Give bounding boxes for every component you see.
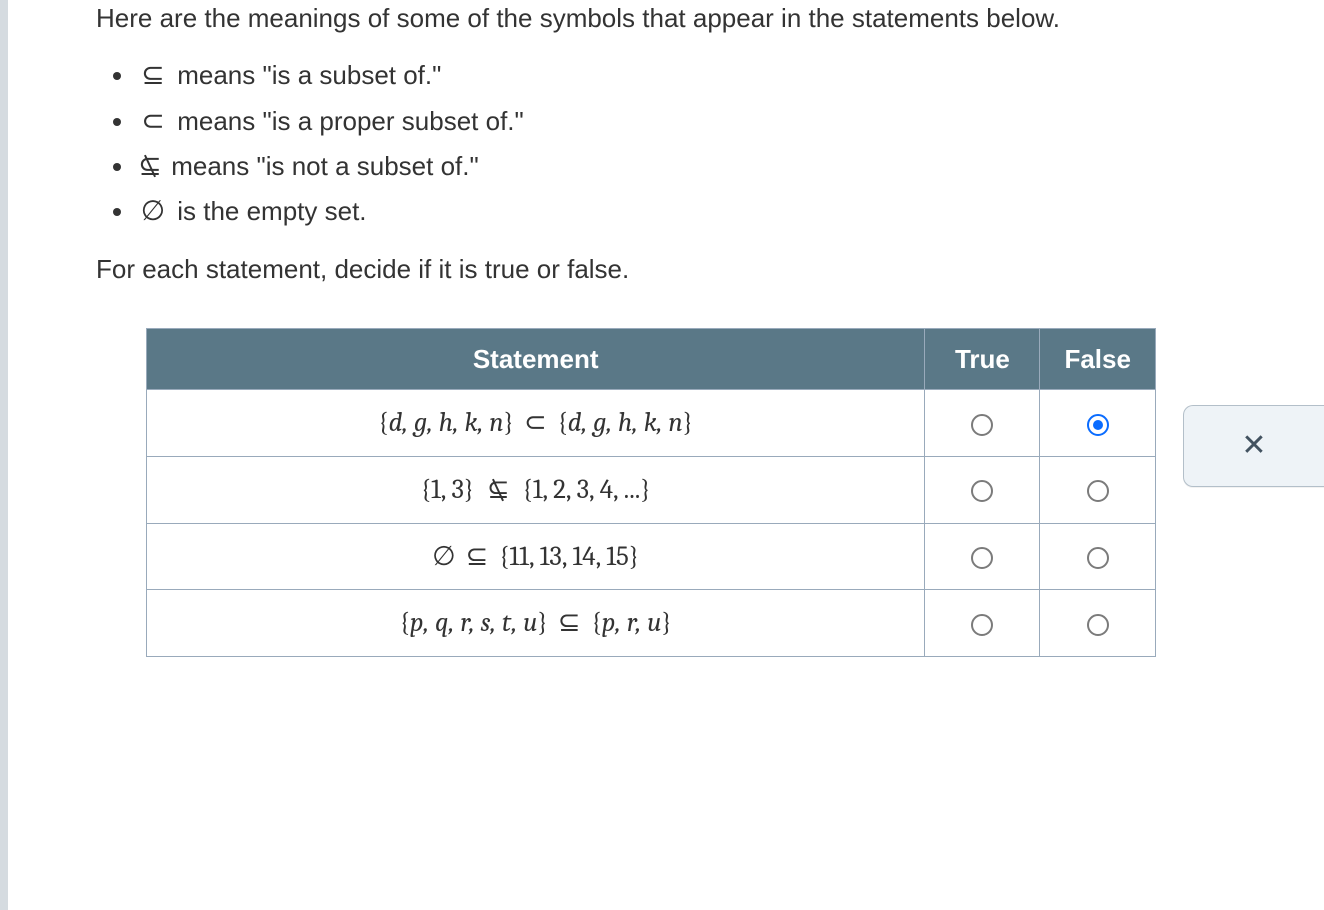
table-row: ∅ ⊆ {11, 13, 14, 15} [147, 523, 1156, 590]
not-subset-icon: ⊆ [136, 147, 164, 186]
statement-text: {d, g, h, k, n} ⊂ {d, g, h, k, n} [378, 407, 693, 438]
false-cell [1040, 389, 1156, 456]
instruction-text: For each statement, decide if it is true… [96, 251, 1324, 287]
header-statement: Statement [147, 328, 925, 389]
radio-false[interactable] [1087, 547, 1109, 569]
close-panel-button[interactable]: ✕ [1183, 405, 1324, 487]
radio-true[interactable] [971, 614, 993, 636]
statement-text: ∅ ⊆ {11, 13, 14, 15} [432, 541, 639, 572]
subset-eq-icon: ⊆ [136, 56, 170, 95]
subset-eq-icon: ⊆ [558, 607, 587, 637]
not-subset-icon: ⊆ [484, 471, 512, 509]
legend-text: is the empty set. [170, 196, 367, 226]
statement-text: {p, q, r, s, t, u} ⊆ {p, r, u} [399, 607, 671, 638]
legend-item: ⊂ means "is a proper subset of." [136, 102, 1324, 141]
table-body: {d, g, h, k, n} ⊂ {d, g, h, k, n} {1, 3} … [147, 389, 1156, 656]
table-header-row: Statement True False [147, 328, 1156, 389]
true-cell [925, 523, 1040, 590]
true-cell [925, 590, 1040, 657]
header-true: True [925, 328, 1040, 389]
proper-subset-icon: ⊂ [524, 407, 553, 437]
statement-cell: {p, q, r, s, t, u} ⊆ {p, r, u} [147, 590, 925, 657]
question-page: Here are the meanings of some of the sym… [0, 0, 1324, 910]
legend-item: ⊆ means "is not a subset of." [136, 147, 1324, 186]
legend-item: ∅ is the empty set. [136, 192, 1324, 231]
legend-text: means "is a proper subset of." [170, 106, 524, 136]
legend-text: means "is a subset of." [170, 60, 441, 90]
symbol-legend-list: ⊆ means "is a subset of." ⊂ means "is a … [136, 56, 1324, 231]
statement-cell: {d, g, h, k, n} ⊂ {d, g, h, k, n} [147, 389, 925, 456]
table-row: {p, q, r, s, t, u} ⊆ {p, r, u} [147, 590, 1156, 657]
false-cell [1040, 590, 1156, 657]
header-false: False [1040, 328, 1156, 389]
radio-true[interactable] [971, 480, 993, 502]
radio-false[interactable] [1087, 614, 1109, 636]
proper-subset-icon: ⊂ [136, 102, 170, 141]
radio-true[interactable] [971, 547, 993, 569]
statements-table-area: Statement True False {d, g, h, k, n} ⊂ {… [146, 328, 1156, 658]
empty-set-icon: ∅ [136, 192, 170, 231]
radio-true[interactable] [971, 414, 993, 436]
true-cell [925, 456, 1040, 523]
true-cell [925, 389, 1040, 456]
statements-table: Statement True False {d, g, h, k, n} ⊂ {… [146, 328, 1156, 658]
statement-cell: {1, 3} ⊆ {1, 2, 3, 4, ...} [147, 456, 925, 523]
statement-cell: ∅ ⊆ {11, 13, 14, 15} [147, 523, 925, 590]
false-cell [1040, 523, 1156, 590]
legend-item: ⊆ means "is a subset of." [136, 56, 1324, 95]
legend-text: means "is not a subset of." [164, 151, 479, 181]
table-row: {d, g, h, k, n} ⊂ {d, g, h, k, n} [147, 389, 1156, 456]
subset-eq-icon: ⊆ [466, 541, 495, 571]
radio-false[interactable] [1087, 414, 1109, 436]
close-icon: ✕ [1241, 431, 1266, 461]
radio-false[interactable] [1087, 480, 1109, 502]
statement-text: {1, 3} ⊆ {1, 2, 3, 4, ...} [421, 474, 651, 505]
false-cell [1040, 456, 1156, 523]
intro-text: Here are the meanings of some of the sym… [96, 0, 1246, 36]
table-row: {1, 3} ⊆ {1, 2, 3, 4, ...} [147, 456, 1156, 523]
